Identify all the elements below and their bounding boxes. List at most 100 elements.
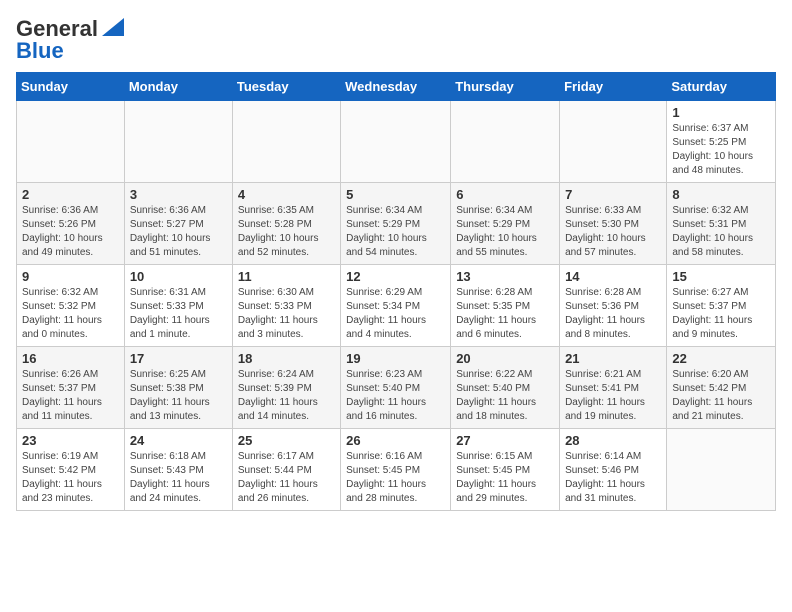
calendar-cell: 9 Sunrise: 6:32 AM Sunset: 5:32 PM Daylig… bbox=[17, 265, 125, 347]
calendar-cell bbox=[17, 101, 125, 183]
col-header-sunday: Sunday bbox=[17, 73, 125, 101]
day-info: Sunrise: 6:36 AM Sunset: 5:27 PM Dayligh… bbox=[130, 204, 227, 260]
logo: General Blue bbox=[16, 16, 124, 64]
calendar-cell: 18 Sunrise: 6:24 AM Sunset: 5:39 PM Dayli… bbox=[232, 347, 340, 429]
week-row-3: 9 Sunrise: 6:32 AM Sunset: 5:32 PM Daylig… bbox=[17, 265, 776, 347]
day-number: 17 bbox=[130, 351, 227, 366]
day-info: Sunrise: 6:15 AM Sunset: 5:45 PM Dayligh… bbox=[456, 450, 554, 506]
day-info: Sunrise: 6:34 AM Sunset: 5:29 PM Dayligh… bbox=[346, 204, 445, 260]
calendar-cell: 7 Sunrise: 6:33 AM Sunset: 5:30 PM Daylig… bbox=[560, 183, 667, 265]
day-number: 11 bbox=[238, 269, 335, 284]
day-number: 26 bbox=[346, 433, 445, 448]
calendar-table: SundayMondayTuesdayWednesdayThursdayFrid… bbox=[16, 72, 776, 511]
day-info: Sunrise: 6:32 AM Sunset: 5:32 PM Dayligh… bbox=[22, 286, 119, 342]
week-row-2: 2Sunrise: 6:36 AM Sunset: 5:26 PM Daylig… bbox=[17, 183, 776, 265]
calendar-cell: 6 Sunrise: 6:34 AM Sunset: 5:29 PM Daylig… bbox=[451, 183, 560, 265]
calendar-cell bbox=[232, 101, 340, 183]
calendar-cell: 1 Sunrise: 6:37 AM Sunset: 5:25 PM Daylig… bbox=[667, 101, 776, 183]
calendar-cell: 14 Sunrise: 6:28 AM Sunset: 5:36 PM Dayli… bbox=[560, 265, 667, 347]
day-info: Sunrise: 6:24 AM Sunset: 5:39 PM Dayligh… bbox=[238, 368, 335, 424]
day-number: 9 bbox=[22, 269, 119, 284]
week-row-1: 1 Sunrise: 6:37 AM Sunset: 5:25 PM Daylig… bbox=[17, 101, 776, 183]
day-info: Sunrise: 6:27 AM Sunset: 5:37 PM Dayligh… bbox=[672, 286, 770, 342]
calendar-cell: 16 Sunrise: 6:26 AM Sunset: 5:37 PM Dayli… bbox=[17, 347, 125, 429]
calendar-cell: 24 Sunrise: 6:18 AM Sunset: 5:43 PM Dayli… bbox=[124, 429, 232, 511]
calendar-cell: 22 Sunrise: 6:20 AM Sunset: 5:42 PM Dayli… bbox=[667, 347, 776, 429]
day-number: 1 bbox=[672, 105, 770, 120]
day-number: 22 bbox=[672, 351, 770, 366]
day-info: Sunrise: 6:32 AM Sunset: 5:31 PM Dayligh… bbox=[672, 204, 770, 260]
day-number: 2 bbox=[22, 187, 119, 202]
day-info: Sunrise: 6:31 AM Sunset: 5:33 PM Dayligh… bbox=[130, 286, 227, 342]
calendar-cell: 2Sunrise: 6:36 AM Sunset: 5:26 PM Daylig… bbox=[17, 183, 125, 265]
calendar-cell: 4 Sunrise: 6:35 AM Sunset: 5:28 PM Daylig… bbox=[232, 183, 340, 265]
col-header-tuesday: Tuesday bbox=[232, 73, 340, 101]
day-info: Sunrise: 6:17 AM Sunset: 5:44 PM Dayligh… bbox=[238, 450, 335, 506]
day-info: Sunrise: 6:26 AM Sunset: 5:37 PM Dayligh… bbox=[22, 368, 119, 424]
col-header-friday: Friday bbox=[560, 73, 667, 101]
week-row-4: 16 Sunrise: 6:26 AM Sunset: 5:37 PM Dayli… bbox=[17, 347, 776, 429]
calendar-cell: 19Sunrise: 6:23 AM Sunset: 5:40 PM Dayli… bbox=[341, 347, 451, 429]
day-info: Sunrise: 6:37 AM Sunset: 5:25 PM Dayligh… bbox=[672, 122, 770, 178]
logo-icon bbox=[102, 18, 124, 36]
col-header-wednesday: Wednesday bbox=[341, 73, 451, 101]
day-number: 10 bbox=[130, 269, 227, 284]
day-info: Sunrise: 6:28 AM Sunset: 5:35 PM Dayligh… bbox=[456, 286, 554, 342]
calendar-cell bbox=[124, 101, 232, 183]
page-header: General Blue bbox=[16, 16, 776, 64]
day-number: 14 bbox=[565, 269, 661, 284]
day-number: 8 bbox=[672, 187, 770, 202]
day-number: 6 bbox=[456, 187, 554, 202]
day-info: Sunrise: 6:29 AM Sunset: 5:34 PM Dayligh… bbox=[346, 286, 445, 342]
calendar-cell: 3 Sunrise: 6:36 AM Sunset: 5:27 PM Daylig… bbox=[124, 183, 232, 265]
day-info: Sunrise: 6:25 AM Sunset: 5:38 PM Dayligh… bbox=[130, 368, 227, 424]
calendar-cell: 13 Sunrise: 6:28 AM Sunset: 5:35 PM Dayli… bbox=[451, 265, 560, 347]
day-info: Sunrise: 6:20 AM Sunset: 5:42 PM Dayligh… bbox=[672, 368, 770, 424]
day-number: 7 bbox=[565, 187, 661, 202]
calendar-cell: 25 Sunrise: 6:17 AM Sunset: 5:44 PM Dayli… bbox=[232, 429, 340, 511]
day-info: Sunrise: 6:14 AM Sunset: 5:46 PM Dayligh… bbox=[565, 450, 661, 506]
day-number: 16 bbox=[22, 351, 119, 366]
calendar-cell: 28Sunrise: 6:14 AM Sunset: 5:46 PM Dayli… bbox=[560, 429, 667, 511]
calendar-cell: 11 Sunrise: 6:30 AM Sunset: 5:33 PM Dayli… bbox=[232, 265, 340, 347]
calendar-cell bbox=[667, 429, 776, 511]
day-number: 21 bbox=[565, 351, 661, 366]
day-info: Sunrise: 6:18 AM Sunset: 5:43 PM Dayligh… bbox=[130, 450, 227, 506]
day-number: 18 bbox=[238, 351, 335, 366]
day-info: Sunrise: 6:34 AM Sunset: 5:29 PM Dayligh… bbox=[456, 204, 554, 260]
calendar-cell bbox=[451, 101, 560, 183]
day-number: 3 bbox=[130, 187, 227, 202]
day-info: Sunrise: 6:28 AM Sunset: 5:36 PM Dayligh… bbox=[565, 286, 661, 342]
day-info: Sunrise: 6:21 AM Sunset: 5:41 PM Dayligh… bbox=[565, 368, 661, 424]
day-info: Sunrise: 6:33 AM Sunset: 5:30 PM Dayligh… bbox=[565, 204, 661, 260]
day-number: 4 bbox=[238, 187, 335, 202]
day-info: Sunrise: 6:23 AM Sunset: 5:40 PM Dayligh… bbox=[346, 368, 445, 424]
calendar-cell bbox=[341, 101, 451, 183]
calendar-cell: 20 Sunrise: 6:22 AM Sunset: 5:40 PM Dayli… bbox=[451, 347, 560, 429]
day-info: Sunrise: 6:35 AM Sunset: 5:28 PM Dayligh… bbox=[238, 204, 335, 260]
calendar-cell: 26 Sunrise: 6:16 AM Sunset: 5:45 PM Dayli… bbox=[341, 429, 451, 511]
calendar-cell bbox=[560, 101, 667, 183]
calendar-header-row: SundayMondayTuesdayWednesdayThursdayFrid… bbox=[17, 73, 776, 101]
day-info: Sunrise: 6:19 AM Sunset: 5:42 PM Dayligh… bbox=[22, 450, 119, 506]
day-number: 25 bbox=[238, 433, 335, 448]
calendar-cell: 12Sunrise: 6:29 AM Sunset: 5:34 PM Dayli… bbox=[341, 265, 451, 347]
col-header-monday: Monday bbox=[124, 73, 232, 101]
day-number: 27 bbox=[456, 433, 554, 448]
logo-blue: Blue bbox=[16, 38, 64, 64]
col-header-thursday: Thursday bbox=[451, 73, 560, 101]
calendar-cell: 15Sunrise: 6:27 AM Sunset: 5:37 PM Dayli… bbox=[667, 265, 776, 347]
day-number: 23 bbox=[22, 433, 119, 448]
col-header-saturday: Saturday bbox=[667, 73, 776, 101]
day-number: 5 bbox=[346, 187, 445, 202]
calendar-cell: 23 Sunrise: 6:19 AM Sunset: 5:42 PM Dayli… bbox=[17, 429, 125, 511]
day-info: Sunrise: 6:22 AM Sunset: 5:40 PM Dayligh… bbox=[456, 368, 554, 424]
day-number: 13 bbox=[456, 269, 554, 284]
day-number: 20 bbox=[456, 351, 554, 366]
calendar-cell: 17 Sunrise: 6:25 AM Sunset: 5:38 PM Dayli… bbox=[124, 347, 232, 429]
calendar-cell: 27 Sunrise: 6:15 AM Sunset: 5:45 PM Dayli… bbox=[451, 429, 560, 511]
day-info: Sunrise: 6:16 AM Sunset: 5:45 PM Dayligh… bbox=[346, 450, 445, 506]
day-info: Sunrise: 6:30 AM Sunset: 5:33 PM Dayligh… bbox=[238, 286, 335, 342]
calendar-cell: 10 Sunrise: 6:31 AM Sunset: 5:33 PM Dayli… bbox=[124, 265, 232, 347]
day-number: 24 bbox=[130, 433, 227, 448]
